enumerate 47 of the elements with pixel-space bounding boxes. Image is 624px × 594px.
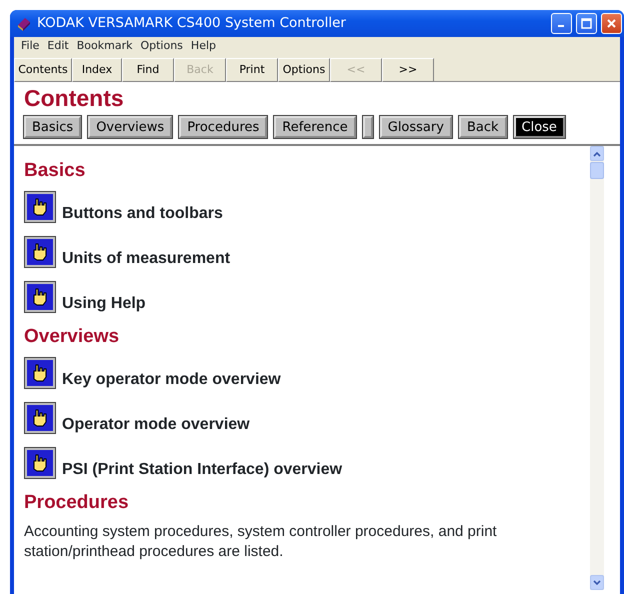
hand-pointer-icon[interactable] — [24, 236, 56, 268]
topic-link[interactable]: Operator mode overview — [62, 416, 250, 434]
nav-button[interactable]: Back — [458, 116, 507, 138]
nav-button[interactable]: Glossary — [380, 116, 452, 138]
hand-pointer-icon[interactable] — [24, 190, 56, 223]
book-icon — [16, 16, 32, 32]
toolbar-button[interactable]: Find — [122, 58, 174, 82]
toolbar-button[interactable]: Index — [72, 58, 122, 82]
menu-item[interactable]: Help — [186, 38, 220, 55]
menu-item[interactable]: Edit — [43, 38, 73, 55]
menu-item[interactable]: Options — [136, 38, 187, 55]
toolbar-button[interactable]: Options — [278, 58, 330, 82]
blank-button[interactable] — [362, 116, 373, 138]
nav-button[interactable]: Overviews — [88, 116, 172, 138]
topic-link[interactable]: Buttons and toolbars — [62, 204, 223, 223]
toolbar-button[interactable]: >> — [382, 58, 434, 82]
vertical-scrollbar[interactable] — [590, 146, 604, 590]
minimize-button[interactable] — [551, 13, 572, 34]
scroll-up-icon[interactable] — [590, 146, 604, 161]
toolbar-button[interactable]: Contents — [14, 58, 72, 82]
section-heading: Procedures — [24, 492, 130, 514]
section-heading: Basics — [24, 160, 86, 183]
hand-pointer-icon[interactable] — [24, 280, 56, 313]
close-icon — [606, 18, 617, 29]
close-button[interactable] — [601, 13, 622, 34]
hand-pointer-icon[interactable] — [24, 356, 56, 389]
topic-link[interactable]: Key operator mode overview — [62, 370, 281, 389]
topic-link[interactable]: Using Help — [62, 294, 146, 313]
nav-button[interactable]: Basics — [24, 116, 82, 138]
topic-link[interactable]: PSI (Print Station Interface) overview — [62, 460, 342, 479]
topic-link[interactable]: Units of measurement — [62, 250, 230, 268]
section-description: Accounting system procedures, system controller procedures, and print station/printhead procedures are listed. — [24, 522, 498, 562]
scroll-down-icon[interactable] — [590, 575, 604, 590]
nav-button[interactable]: Close — [514, 116, 565, 138]
menu-item[interactable]: Bookmark — [72, 38, 136, 55]
page-title: Contents — [24, 84, 125, 112]
hand-pointer-icon[interactable] — [24, 446, 56, 479]
maximize-button[interactable] — [576, 13, 597, 34]
menu-item[interactable]: File — [17, 38, 44, 55]
scroll-thumb[interactable] — [590, 162, 604, 179]
section-heading: Overviews — [24, 326, 120, 349]
maximize-icon — [581, 18, 592, 29]
window-title: KODAK VERSAMARK CS400 System Controller — [37, 14, 346, 34]
toolbar-button[interactable]: Print — [226, 58, 278, 82]
nav-button[interactable]: Reference — [274, 116, 356, 138]
hand-pointer-icon[interactable] — [24, 402, 56, 434]
nav-button[interactable]: Procedures — [179, 116, 268, 138]
